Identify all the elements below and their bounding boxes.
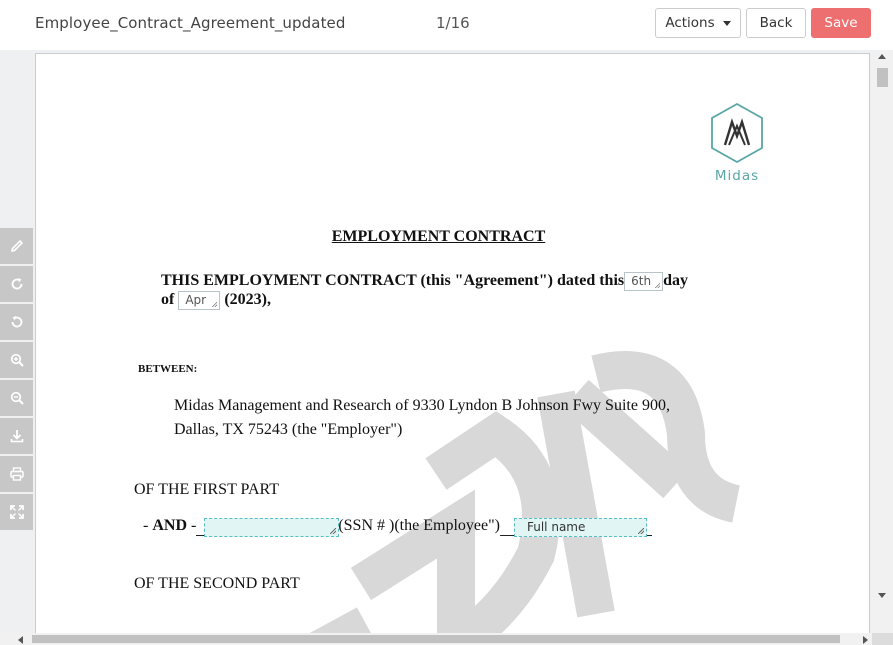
vertical-scrollbar[interactable] <box>872 50 893 633</box>
contract-title: EMPLOYMENT CONTRACT <box>331 228 546 245</box>
scroll-down-arrow-icon[interactable] <box>878 593 886 598</box>
employer-block: Midas Management and Research of 9330 Ly… <box>174 394 670 442</box>
back-button[interactable]: Back <box>746 8 806 38</box>
intro-line: THIS EMPLOYMENT CONTRACT (this "Agreemen… <box>161 272 688 291</box>
logo-text: Midas <box>714 168 760 184</box>
zoom-in-button[interactable] <box>0 342 33 378</box>
expand-icon <box>9 505 24 519</box>
zoom-out-button[interactable] <box>0 380 33 416</box>
intro-text: THIS EMPLOYMENT CONTRACT (this "Agreemen… <box>161 272 625 290</box>
between-label: BETWEEN: <box>138 363 198 375</box>
rotate-cw-icon <box>11 278 22 290</box>
actions-label: Actions <box>665 15 715 31</box>
full-name-input-field[interactable]: Full name <box>514 518 647 537</box>
employer-line-2: Dallas, TX 75243 (the "Employer") <box>174 421 403 438</box>
midas-logo-icon <box>711 102 763 164</box>
document-title: Employee_Contract_Agreement_updated <box>35 14 346 32</box>
edit-tool-button[interactable] <box>0 228 33 264</box>
print-button[interactable] <box>0 456 33 492</box>
download-button[interactable] <box>0 418 33 454</box>
and-label: AND <box>152 517 187 534</box>
rotate-ccw-button[interactable] <box>0 304 33 340</box>
document-viewer: Midas EMPLOYMENT CONTRACT THIS EMPLOYMEN… <box>0 50 893 645</box>
employer-line-1: Midas Management and Research of 9330 Ly… <box>174 397 670 414</box>
and-dash: - <box>143 517 153 534</box>
second-part-label: OF THE SECOND PART <box>134 575 300 592</box>
day-field[interactable]: 6th <box>624 272 664 291</box>
top-bar: Employee_Contract_Agreement_updated 1/16… <box>0 0 893 50</box>
and-dash-2: - <box>187 517 197 534</box>
of-text: of <box>161 291 175 309</box>
scroll-left-arrow-icon[interactable] <box>18 636 23 644</box>
vertical-scroll-thumb[interactable] <box>877 68 888 87</box>
scrollbar-corner <box>872 633 893 645</box>
ssn-input-field[interactable] <box>204 518 339 537</box>
employee-text: (the Employee") <box>394 517 500 534</box>
actions-dropdown-button[interactable]: Actions <box>655 8 741 38</box>
fullscreen-button[interactable] <box>0 494 33 530</box>
printer-icon <box>9 467 24 481</box>
scroll-right-arrow-icon[interactable] <box>863 636 868 644</box>
intro-day-text: day <box>663 272 689 290</box>
year-text: (2023), <box>224 291 271 309</box>
page-counter: 1/16 <box>436 14 470 32</box>
horizontal-scrollbar[interactable] <box>0 633 893 645</box>
intro-line-2: of Apr (2023), <box>161 291 271 310</box>
scroll-up-arrow-icon[interactable] <box>878 54 886 59</box>
save-button[interactable]: Save <box>811 8 871 38</box>
caret-down-icon <box>722 20 731 26</box>
pencil-icon <box>10 239 23 253</box>
month-field[interactable]: Apr <box>178 291 221 310</box>
zoom-in-icon <box>10 353 24 367</box>
download-icon <box>10 430 23 443</box>
ssn-text: (SSN # ) <box>338 517 395 534</box>
zoom-out-icon <box>10 391 24 405</box>
rotate-cw-button[interactable] <box>0 266 33 302</box>
horizontal-scroll-thumb[interactable] <box>32 635 840 643</box>
rotate-ccw-icon <box>11 316 22 328</box>
document-page: Midas EMPLOYMENT CONTRACT THIS EMPLOYMEN… <box>35 53 870 645</box>
side-toolbar <box>0 228 33 532</box>
first-part-label: OF THE FIRST PART <box>134 481 280 498</box>
